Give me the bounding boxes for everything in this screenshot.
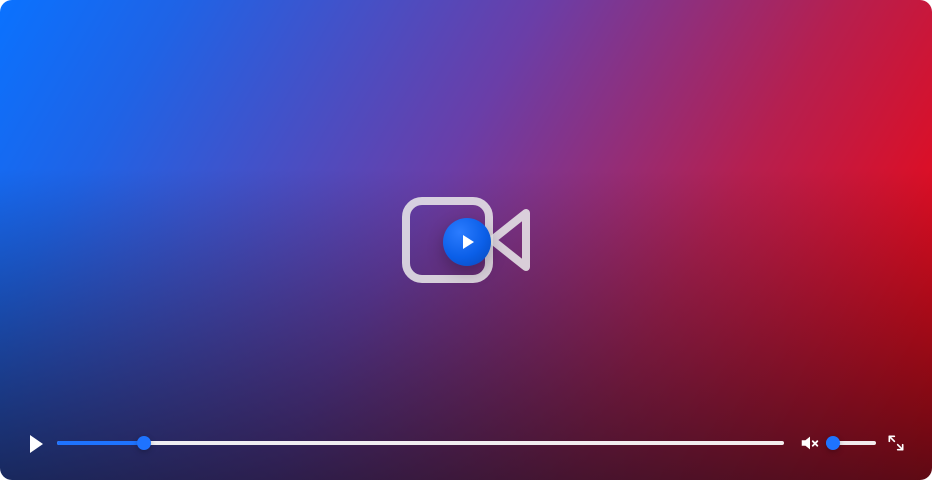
mute-button[interactable] <box>799 432 821 454</box>
play-icon <box>30 435 43 453</box>
progress-fill <box>57 441 145 445</box>
volume-muted-icon <box>801 436 819 450</box>
video-player[interactable] <box>0 0 932 480</box>
progress-slider[interactable] <box>57 436 784 450</box>
play-button[interactable] <box>24 425 48 463</box>
volume-thumb[interactable] <box>826 436 840 450</box>
play-icon <box>463 235 474 249</box>
volume-slider[interactable] <box>826 436 876 450</box>
progress-track <box>57 441 784 445</box>
fullscreen-button[interactable] <box>886 433 906 453</box>
center-play-button[interactable] <box>443 218 491 266</box>
center-overlay <box>402 197 530 283</box>
progress-thumb[interactable] <box>137 436 152 450</box>
fullscreen-icon <box>888 435 904 451</box>
